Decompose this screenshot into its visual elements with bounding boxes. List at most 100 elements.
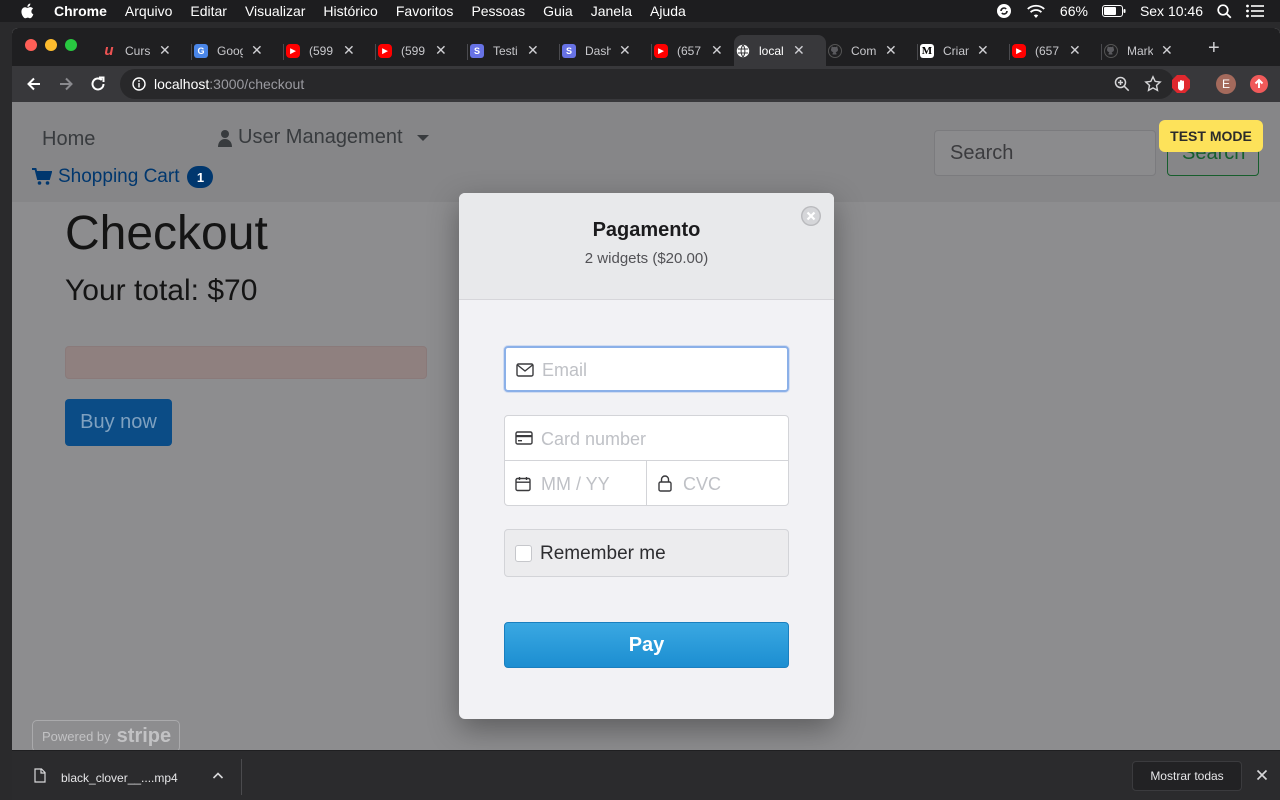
url-text[interactable]: localhost:3000/checkout [154,76,304,92]
menu-historico[interactable]: Histórico [323,3,377,19]
alert-box [65,346,427,379]
browser-window: u Curs ✕ G Goog ✕ ▶ (599 ✕ ▶ (599 ✕ S Testi ✕ S Dash ✕ ▶ (6… [12,28,1280,800]
download-filename[interactable]: black_clover__....mp4 [61,771,178,785]
stripe-icon: S [470,43,484,58]
back-arrow-icon[interactable] [24,74,44,94]
tab-title: (599 [309,43,334,58]
google-translate-icon: G [194,43,208,58]
chevron-up-icon[interactable] [212,770,224,780]
tab-9[interactable]: Com ✕ [826,35,916,66]
menu-guia[interactable]: Guia [543,3,573,19]
tab-4[interactable]: ▶ (599 ✕ [376,35,466,66]
notification-center-icon[interactable] [1246,4,1264,18]
tab-2[interactable]: G Goog ✕ [192,35,282,66]
menu-app-name[interactable]: Chrome [54,3,107,19]
spotlight-search-icon[interactable] [1217,3,1232,19]
update-menu-icon[interactable] [1249,74,1269,94]
zoom-icon[interactable] [1114,76,1130,92]
tab-close-icon[interactable]: ✕ [159,42,171,59]
tab-10[interactable]: M Crian ✕ [918,35,1008,66]
powered-by-label: Powered by [42,728,111,744]
tab-close-icon[interactable]: ✕ [435,42,447,59]
file-icon [34,768,46,783]
nav-user-management-dropdown[interactable]: User Management [218,126,429,149]
tab-8[interactable]: local ✕ [734,35,826,66]
tab-1[interactable]: u Curs ✕ [100,35,190,66]
reload-icon[interactable] [88,74,108,94]
close-window-button[interactable] [25,39,37,51]
cvc-field[interactable]: CVC [647,461,788,505]
sync-icon[interactable] [996,3,1012,19]
battery-percent: 66% [1059,3,1088,19]
tab-3[interactable]: ▶ (599 ✕ [284,35,374,66]
cvc-placeholder: CVC [683,474,722,494]
stripe-icon: S [562,43,576,58]
email-field[interactable]: Email [504,346,789,392]
envelope-icon [516,363,534,377]
tab-close-icon[interactable]: ✕ [251,42,263,59]
buy-now-button[interactable]: Buy now [65,399,172,446]
chevron-down-icon [416,134,429,141]
tab-close-icon[interactable]: ✕ [527,42,539,59]
battery-icon[interactable] [1101,5,1126,17]
minimize-window-button[interactable] [45,39,57,51]
nav-home-link[interactable]: Home [42,128,95,151]
forward-arrow-icon[interactable] [56,74,76,94]
tab-close-icon[interactable]: ✕ [793,42,805,59]
powered-by-stripe-badge[interactable]: Powered by stripe [32,720,180,750]
tab-close-icon[interactable]: ✕ [977,42,989,59]
card-number-field[interactable]: Card number [505,416,788,461]
cart-count-badge: 1 [187,166,214,188]
tab-12[interactable]: Mark ✕ [1102,35,1192,66]
wifi-icon[interactable] [1026,4,1046,19]
nav-shopping-cart-link[interactable]: Shopping Cart 1 [32,166,214,188]
pay-button[interactable]: Pay [504,622,789,668]
menu-favoritos[interactable]: Favoritos [396,3,454,19]
site-search-input[interactable]: Search [934,130,1156,176]
user-icon [218,129,232,147]
remember-me-checkbox[interactable] [515,545,532,562]
show-all-downloads-button[interactable]: Mostrar todas [1132,761,1242,791]
menu-pessoas[interactable]: Pessoas [471,3,525,19]
download-divider [241,759,242,795]
tab-title: Goog [217,43,243,58]
menu-ajuda[interactable]: Ajuda [650,3,686,19]
tab-title: (599 [401,43,426,58]
address-bar[interactable]: localhost:3000/checkout [120,69,1174,99]
site-navbar: Home User Management Shopping Cart 1 Sea… [12,102,1280,202]
close-icon[interactable] [1256,769,1268,781]
tab-title: local [759,43,784,58]
tab-close-icon[interactable]: ✕ [711,42,723,59]
menu-janela[interactable]: Janela [591,3,632,19]
tab-close-icon[interactable]: ✕ [343,42,355,59]
adblock-extension-icon[interactable] [1171,74,1191,94]
apple-icon[interactable] [18,3,36,19]
clock[interactable]: Sex 10:46 [1140,3,1203,19]
zoom-window-button[interactable] [65,39,77,51]
youtube-icon: ▶ [286,43,300,58]
tab-6[interactable]: S Dash ✕ [560,35,650,66]
tab-close-icon[interactable]: ✕ [885,42,897,59]
tab-close-icon[interactable]: ✕ [1161,42,1173,59]
profile-avatar[interactable]: E [1216,74,1236,94]
modal-subtitle: 2 widgets ($20.00) [584,250,709,267]
modal-header: Pagamento 2 widgets ($20.00) [459,193,834,300]
expiry-field[interactable]: MM / YY [505,461,646,505]
tab-close-icon[interactable]: ✕ [1069,42,1081,59]
shopping-cart-icon [32,168,52,185]
tab-7[interactable]: ▶ (657 ✕ [652,35,732,66]
tab-close-icon[interactable]: ✕ [619,42,631,59]
menu-arquivo[interactable]: Arquivo [125,3,172,19]
tab-5[interactable]: S Testi ✕ [468,35,558,66]
total-text: Your total: $70 [65,274,258,307]
menu-visualizar[interactable]: Visualizar [245,3,305,19]
page-title: Checkout [65,207,268,260]
tab-11[interactable]: ▶ (657 ✕ [1010,35,1100,66]
card-details-group: Card number MM / YY CVC [504,415,789,506]
new-tab-button[interactable]: + [1208,37,1220,60]
youtube-icon: ▶ [654,43,668,58]
site-info-icon[interactable] [132,77,146,91]
bookmark-star-icon[interactable] [1144,75,1162,93]
remember-me-row[interactable]: Remember me [504,529,789,577]
menu-editar[interactable]: Editar [190,3,227,19]
